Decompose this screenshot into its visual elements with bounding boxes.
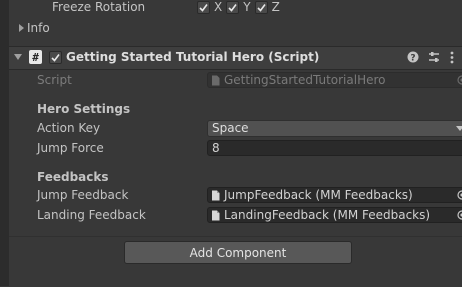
jump-feedback-label: Jump Feedback [37,188,129,202]
component-enabled-checkbox[interactable] [49,51,62,64]
jump-feedback-object-field[interactable]: JumpFeedback (MM Feedbacks) [207,187,462,203]
kebab-menu-icon[interactable] [449,51,455,64]
script-asset-icon [212,75,220,85]
object-picker-icon[interactable] [454,187,462,203]
help-icon[interactable]: ? [407,51,419,63]
document-icon [212,190,220,200]
hero-settings-heading-row: Hero Settings [9,99,462,119]
script-object-field: GettingStartedTutorialHero [207,72,462,88]
jump-feedback-row: Jump Feedback JumpFeedback (MM Feedbacks… [9,185,462,205]
freeze-x-checkbox[interactable] [197,0,210,14]
checkmark-icon [228,3,237,12]
jump-feedback-value: JumpFeedback (MM Feedbacks) [224,188,413,202]
landing-feedback-object-field[interactable]: LandingFeedback (MM Feedbacks) [207,207,462,223]
freeze-rotation-toggles: X Y Z [197,0,280,14]
action-key-value: Space [212,121,249,135]
script-label: Script [37,73,72,87]
component-title: Getting Started Tutorial Hero (Script) [66,50,320,64]
jump-force-label: Jump Force [37,141,104,155]
checkmark-icon [257,3,266,12]
landing-feedback-value: LandingFeedback (MM Feedbacks) [224,208,431,222]
landing-feedback-row: Landing Feedback LandingFeedback (MM Fee… [9,205,462,225]
svg-text:?: ? [410,54,415,64]
jump-force-row: Jump Force 8 [9,138,462,158]
foldout-collapsed-icon [19,24,24,32]
freeze-rotation-label: Freeze Rotation [52,0,146,14]
script-hash-icon: # [29,50,42,64]
info-label: Info [27,21,50,35]
action-key-label: Action Key [37,121,101,135]
freeze-rotation-row: Freeze Rotation X Y Z [9,0,462,17]
object-picker-icon[interactable] [454,207,462,223]
add-component-button[interactable]: Add Component [124,241,352,264]
landing-feedback-label: Landing Feedback [37,208,146,222]
feedbacks-heading: Feedbacks [37,170,109,184]
action-key-dropdown[interactable]: Space [207,119,462,137]
action-key-row: Action Key Space [9,118,462,138]
presets-sliders-icon[interactable] [428,51,440,63]
chevron-down-icon [456,125,462,131]
jump-force-value: 8 [212,141,220,155]
foldout-expanded-icon[interactable] [14,53,23,62]
feedbacks-heading-row: Feedbacks [9,167,462,187]
script-row: Script GettingStartedTutorialHero [9,70,462,90]
freeze-y-label: Y [243,0,251,14]
checkmark-icon [51,54,60,62]
freeze-z-label: Z [271,0,280,14]
document-icon [212,210,220,220]
freeze-y-checkbox[interactable] [226,0,240,14]
checkmark-icon [199,3,208,12]
component-header[interactable]: # Getting Started Tutorial Hero (Script)… [9,46,462,70]
freeze-z-checkbox[interactable] [254,0,268,14]
script-value: GettingStartedTutorialHero [224,73,386,87]
inspector-left-gutter [0,0,9,286]
freeze-x-label: X [214,0,223,14]
jump-force-input[interactable]: 8 [207,140,462,156]
hero-settings-heading: Hero Settings [37,102,131,116]
info-foldout[interactable]: Info [9,18,462,38]
object-picker-icon [454,72,462,88]
